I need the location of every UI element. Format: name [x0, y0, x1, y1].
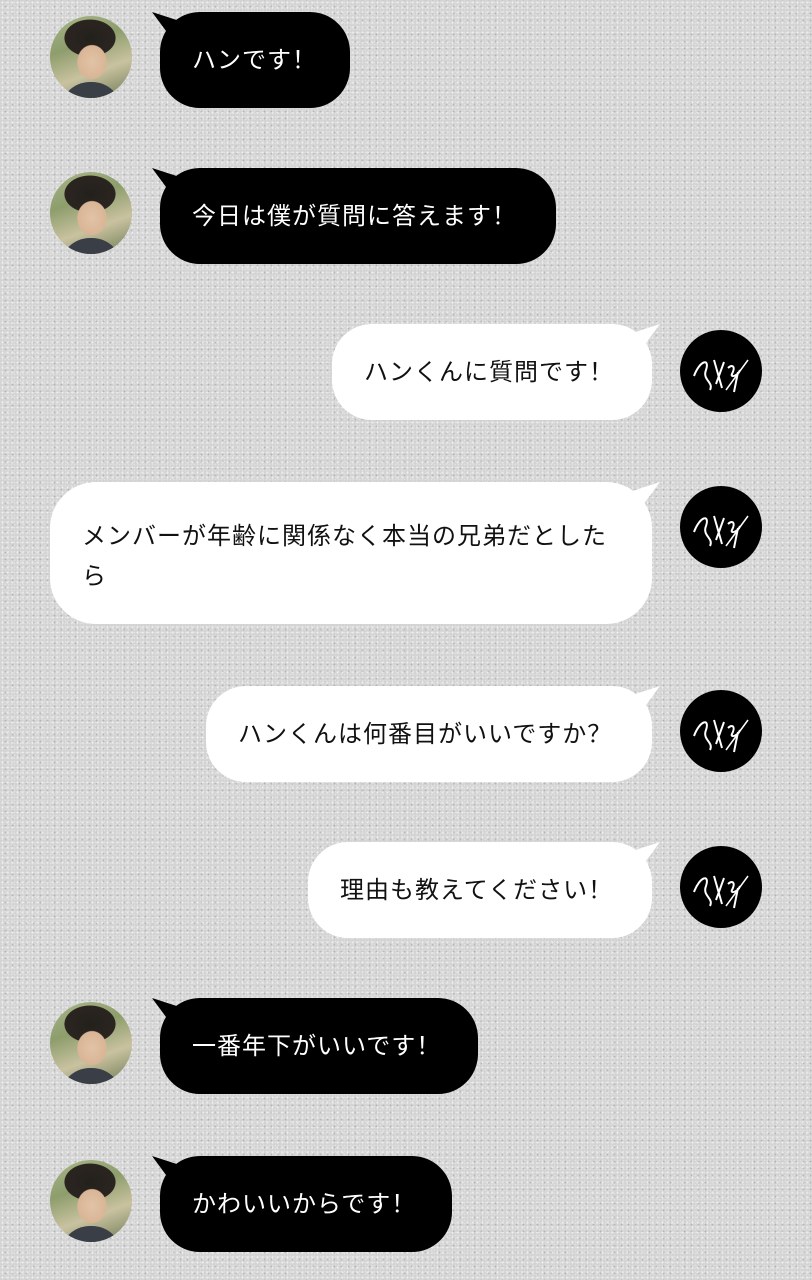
- avatar-shirt: [60, 1226, 122, 1242]
- message-text: メンバーが年齢に関係なく本当の兄弟だとしたら: [82, 522, 607, 590]
- message-bubble-left[interactable]: 一番年下がいいです！: [160, 998, 478, 1094]
- skz-logo-avatar[interactable]: [680, 690, 762, 772]
- avatar-shirt: [60, 82, 122, 98]
- message-text: ハンくんは何番目がいいですか？: [238, 720, 613, 748]
- message-bubble-right[interactable]: 理由も教えてください！: [308, 842, 652, 938]
- message-text: ハンです！: [192, 46, 317, 74]
- signature-logo-icon: [693, 719, 749, 753]
- message-text: 今日は僕が質問に答えます！: [192, 202, 517, 230]
- message-bubble-left[interactable]: ハンです！: [160, 12, 350, 108]
- member-avatar[interactable]: [50, 172, 132, 254]
- message-bubble-right[interactable]: ハンくんに質問です！: [332, 324, 652, 420]
- signature-logo-icon: [693, 359, 749, 393]
- avatar-shirt: [60, 238, 122, 254]
- chat-thread: ハンです！ 今日は僕が質問に答えます！ ハンくんに質問です！ メンバーが年齢に関…: [0, 0, 812, 1280]
- message-text: かわいいからです！: [192, 1190, 417, 1218]
- signature-logo-icon: [693, 875, 749, 909]
- message-text: 一番年下がいいです！: [192, 1032, 442, 1060]
- signature-logo-icon: [693, 515, 749, 549]
- member-avatar[interactable]: [50, 1160, 132, 1242]
- avatar-shirt: [60, 1068, 122, 1084]
- member-avatar[interactable]: [50, 1002, 132, 1084]
- member-avatar[interactable]: [50, 16, 132, 98]
- message-bubble-right[interactable]: メンバーが年齢に関係なく本当の兄弟だとしたら: [50, 482, 652, 624]
- message-bubble-right[interactable]: ハンくんは何番目がいいですか？: [206, 686, 652, 782]
- skz-logo-avatar[interactable]: [680, 846, 762, 928]
- message-bubble-left[interactable]: かわいいからです！: [160, 1156, 452, 1252]
- skz-logo-avatar[interactable]: [680, 330, 762, 412]
- message-text: 理由も教えてください！: [340, 876, 614, 904]
- message-bubble-left[interactable]: 今日は僕が質問に答えます！: [160, 168, 556, 264]
- message-text: ハンくんに質問です！: [364, 358, 614, 386]
- skz-logo-avatar[interactable]: [680, 486, 762, 568]
